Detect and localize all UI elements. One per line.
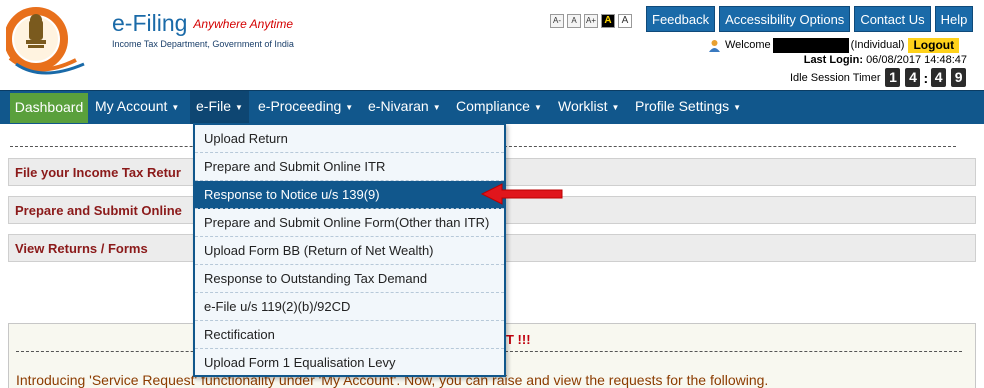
nav-e-file-label: e-File <box>196 98 232 114</box>
menu-item-upload-return[interactable]: Upload Return <box>195 125 504 153</box>
main-nav: Dashboard My Account ▼ e-File ▼ e-Proceedi… <box>0 90 984 124</box>
last-login: Last Login: 06/08/2017 14:48:47 <box>804 54 967 66</box>
idle-timer-digit: 1 <box>885 68 901 87</box>
user-type: (Individual) <box>850 39 905 51</box>
chevron-down-icon: ▼ <box>533 103 542 112</box>
font-normal-button[interactable]: A <box>567 14 581 28</box>
menu-item-response-to-notice-139-9[interactable]: Response to Notice u/s 139(9) <box>195 181 504 209</box>
section-title: Prepare and Submit Online <box>15 203 182 218</box>
feedback-button[interactable]: Feedback <box>646 6 716 32</box>
chevron-down-icon: ▼ <box>733 103 742 112</box>
idle-session-timer: Idle Session Timer 1 4 : 4 9 <box>790 68 967 87</box>
nav-e-proceeding-label: e-Proceeding <box>258 98 342 114</box>
idle-timer-digit: 4 <box>931 68 947 87</box>
top-links: Feedback Accessibility Options Contact U… <box>646 6 974 32</box>
menu-item-prepare-submit-online-itr[interactable]: Prepare and Submit Online ITR <box>195 153 504 181</box>
nav-dashboard[interactable]: Dashboard <box>10 93 88 123</box>
welcome-label: Welcome <box>725 39 771 51</box>
menu-item-rectification[interactable]: Rectification <box>195 321 504 349</box>
high-contrast-button[interactable]: A <box>601 14 615 28</box>
site-header: e-Filing Anywhere Anytime Income Tax Depa… <box>0 0 984 90</box>
idle-timer-label: Idle Session Timer <box>790 71 881 84</box>
redacted-username <box>772 37 849 53</box>
chevron-down-icon: ▼ <box>611 103 620 112</box>
nav-e-file[interactable]: e-File ▼ <box>190 91 249 124</box>
last-login-label: Last Login: <box>803 54 863 66</box>
idle-timer-colon: : <box>923 69 929 86</box>
font-increase-button[interactable]: A+ <box>584 14 598 28</box>
brand-tagline: Anywhere Anytime <box>193 17 294 31</box>
nav-profile-settings[interactable]: Profile Settings ▼ <box>635 91 741 124</box>
nav-worklist[interactable]: Worklist ▼ <box>558 91 619 124</box>
nav-e-proceeding[interactable]: e-Proceeding ▼ <box>258 91 353 124</box>
menu-item-efile-119-2-b[interactable]: e-File u/s 119(2)(b)/92CD <box>195 293 504 321</box>
idle-timer-digit: 4 <box>905 68 921 87</box>
nav-e-nivaran[interactable]: e-Nivaran ▼ <box>368 91 441 124</box>
font-size-controls: A- A A+ A A <box>550 14 632 28</box>
chevron-down-icon: ▼ <box>235 103 243 112</box>
chevron-down-icon: ▼ <box>345 103 354 112</box>
idle-timer-digit: 9 <box>951 68 967 87</box>
contact-us-button[interactable]: Contact Us <box>854 6 931 32</box>
nav-profile-settings-label: Profile Settings <box>635 98 730 114</box>
accessibility-options-button[interactable]: Accessibility Options <box>719 6 851 32</box>
menu-item-response-outstanding-demand[interactable]: Response to Outstanding Tax Demand <box>195 265 504 293</box>
nav-worklist-label: Worklist <box>558 98 608 114</box>
help-button[interactable]: Help <box>934 6 974 32</box>
last-login-value: 06/08/2017 14:48:47 <box>866 54 967 66</box>
menu-item-upload-form-1-equalisation-levy[interactable]: Upload Form 1 Equalisation Levy <box>195 349 504 377</box>
nav-my-account-label: My Account <box>95 98 168 114</box>
brand: e-Filing Anywhere Anytime Income Tax Depa… <box>112 10 294 49</box>
nav-dashboard-label: Dashboard <box>14 99 84 115</box>
logout-button[interactable]: Logout <box>908 37 960 53</box>
nav-compliance-label: Compliance <box>456 98 530 114</box>
nav-e-nivaran-label: e-Nivaran <box>368 98 429 114</box>
menu-item-upload-form-bb[interactable]: Upload Form BB (Return of Net Wealth) <box>195 237 504 265</box>
welcome-bar: Welcome (Individual) Logout <box>708 37 960 53</box>
red-arrow-icon <box>480 182 568 206</box>
chevron-down-icon: ▼ <box>432 103 441 112</box>
user-icon <box>708 39 721 52</box>
menu-item-prepare-submit-online-form[interactable]: Prepare and Submit Online Form(Other tha… <box>195 209 504 237</box>
department-name: Income Tax Department, Government of Ind… <box>112 39 294 49</box>
chevron-down-icon: ▼ <box>171 103 180 112</box>
font-decrease-button[interactable]: A- <box>550 14 564 28</box>
normal-contrast-button[interactable]: A <box>618 14 632 28</box>
e-file-dropdown-menu: Upload Return Prepare and Submit Online … <box>193 123 506 377</box>
income-tax-emblem-logo[interactable] <box>4 2 102 76</box>
section-title: File your Income Tax Retur <box>15 165 181 180</box>
nav-compliance[interactable]: Compliance ▼ <box>456 91 542 124</box>
section-title: View Returns / Forms <box>15 241 148 256</box>
brand-title: e-Filing <box>112 10 188 36</box>
notice-alert-text: T !!! <box>506 332 531 347</box>
nav-my-account[interactable]: My Account ▼ <box>95 91 179 124</box>
